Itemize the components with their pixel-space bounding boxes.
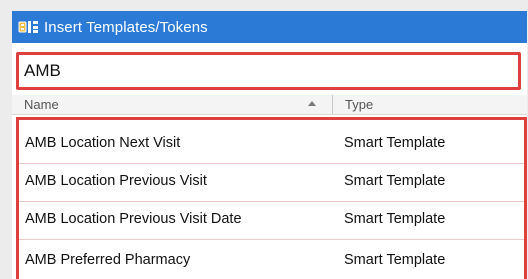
templates-icon [18, 19, 40, 35]
column-divider[interactable] [332, 95, 333, 114]
insert-templates-dialog: Insert Templates/Tokens Name Type AMB Lo… [12, 11, 527, 279]
column-header-name[interactable]: Name [24, 97, 59, 112]
column-header-row: Name Type [12, 95, 527, 115]
title-bar: Insert Templates/Tokens [12, 11, 527, 43]
search-field[interactable] [16, 52, 521, 90]
results-highlight [16, 117, 527, 279]
sort-ascending-icon [308, 101, 316, 106]
window-title: Insert Templates/Tokens [44, 18, 208, 36]
column-header-type[interactable]: Type [345, 97, 373, 112]
search-input[interactable] [24, 59, 514, 83]
